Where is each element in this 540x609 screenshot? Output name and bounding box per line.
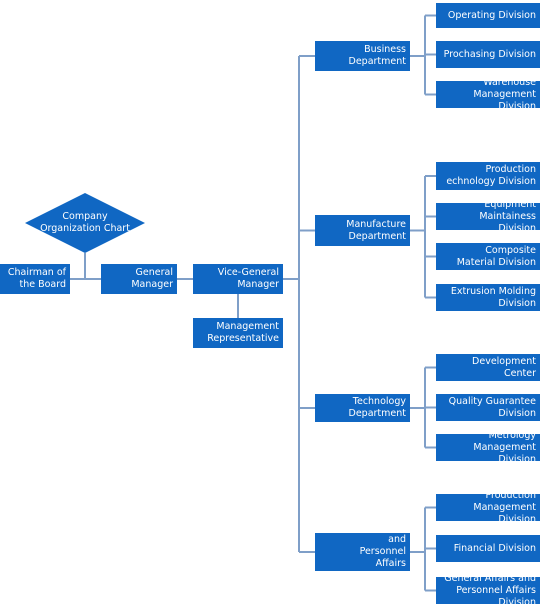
division-manufacture-3[interactable]: Extrusion Molding Division <box>436 284 540 311</box>
division-manufacture-2-label: Composite Material Division <box>456 244 536 268</box>
department-general-affairs-label: Genera Affairs and Personnel Affairs Dep… <box>337 522 406 581</box>
chairman-node[interactable]: Chairman of the Board <box>0 264 70 294</box>
division-technology-0[interactable]: Development Center <box>436 354 540 381</box>
division-business-1[interactable]: Prochasing Division <box>436 41 540 68</box>
division-technology-2-label: Metrology Management Division <box>473 429 536 465</box>
root-node[interactable]: Company Organization Chart <box>25 193 145 253</box>
division-manufacture-1-label: Equipment Maintainess Division <box>479 198 536 234</box>
division-business-0-label: Operating Division <box>447 9 536 21</box>
department-general-affairs[interactable]: Genera Affairs and Personnel Affairs Dep… <box>315 522 410 581</box>
division-technology-1[interactable]: Quality Guarantee Division <box>436 394 540 421</box>
division-business-0[interactable]: Operating Division <box>436 3 540 28</box>
division-manufacture-2[interactable]: Composite Material Division <box>436 243 540 270</box>
management-representative-label: Management Representative <box>207 321 279 344</box>
division-manufacture-1[interactable]: Equipment Maintainess Division <box>436 199 540 234</box>
division-business-2-label: Warehouse Management Division <box>473 76 536 112</box>
general-manager-node[interactable]: General Manager <box>101 264 177 294</box>
division-general-affairs-1[interactable]: Financial Division <box>436 535 540 562</box>
division-general-affairs-2-label: General Affairs and Personnel Affairs Di… <box>444 572 536 608</box>
division-manufacture-0-label: Production echnology Division <box>446 164 536 187</box>
department-manufacture-label: Manufacture Department <box>346 218 406 242</box>
root-label: Company Organization Chart <box>40 211 130 234</box>
division-general-affairs-2[interactable]: General Affairs and Personnel Affairs Di… <box>436 573 540 608</box>
division-general-affairs-1-label: Financial Division <box>453 542 536 554</box>
department-business[interactable]: Business Department <box>315 41 410 71</box>
division-technology-1-label: Quality Guarantee Division <box>448 395 536 419</box>
division-technology-2[interactable]: Metrology Management Division <box>436 430 540 465</box>
department-technology[interactable]: Technology Department <box>315 394 410 422</box>
division-manufacture-3-label: Extrusion Molding Division <box>450 285 536 309</box>
general-manager-label: General Manager <box>131 267 173 290</box>
division-technology-0-label: Development Center <box>472 355 536 379</box>
department-business-label: Business Department <box>348 44 407 67</box>
division-general-affairs-0[interactable]: Production Management Division <box>436 490 540 525</box>
vice-general-manager-label: Vice-General Manager <box>217 267 279 290</box>
department-manufacture[interactable]: Manufacture Department <box>315 215 410 246</box>
org-chart: Company Organization Chart Chairman of t… <box>0 0 540 608</box>
division-business-1-label: Prochasing Division <box>443 48 536 60</box>
vice-general-manager-node[interactable]: Vice-General Manager <box>193 264 283 294</box>
division-manufacture-0[interactable]: Production echnology Division <box>436 162 540 190</box>
division-business-2[interactable]: Warehouse Management Division <box>436 77 540 112</box>
division-general-affairs-0-label: Production Management Division <box>473 489 536 525</box>
chairman-label: Chairman of the Board <box>7 267 66 290</box>
management-representative-node[interactable]: Management Representative <box>193 318 283 348</box>
department-technology-label: Technology Department <box>348 396 407 419</box>
